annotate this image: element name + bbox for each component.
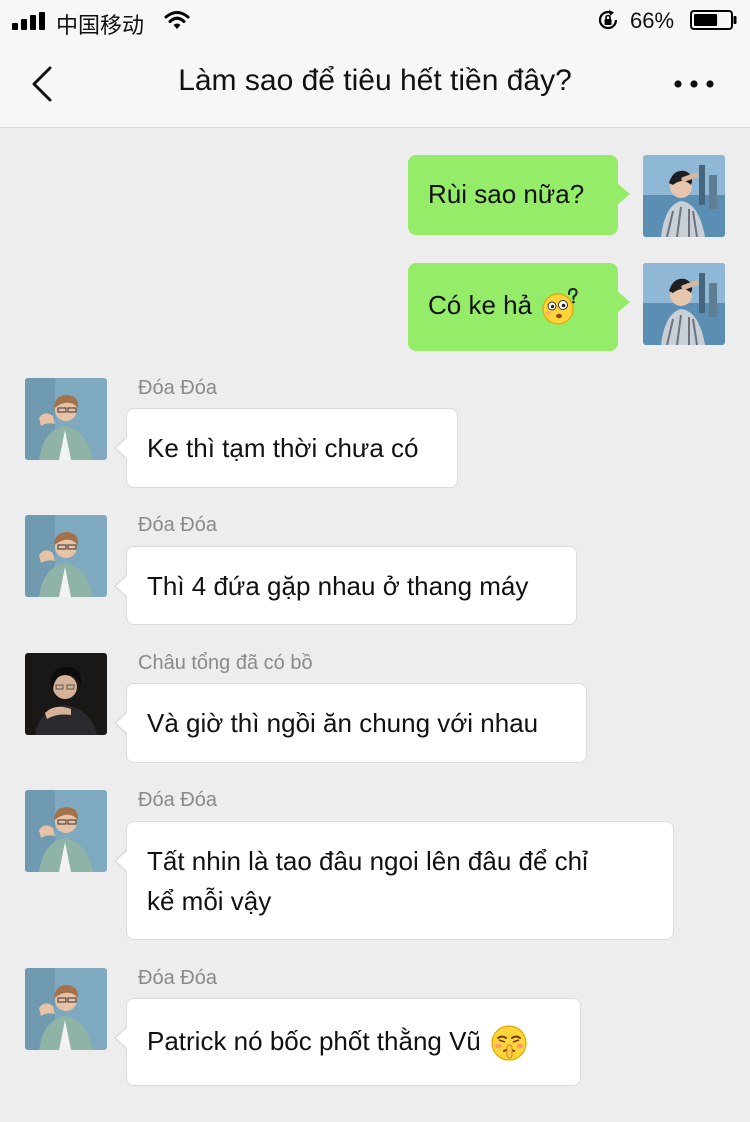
chat-title: Làm sao để tiêu hết tiền đây? — [178, 64, 572, 97]
sender-avatar[interactable] — [25, 378, 107, 460]
more-icon[interactable] — [670, 70, 718, 98]
status-bar: 中国移动 66% — [0, 0, 750, 40]
sender-name: Đóa Đóa — [138, 377, 217, 399]
my-avatar[interactable] — [643, 155, 725, 237]
sender-avatar[interactable] — [25, 790, 107, 872]
message-text-line: Tất nhin là tao đâu ngoi lên đâu để chỉ — [147, 846, 588, 876]
message-bubble[interactable]: Ke thì tạm thời chưa có — [114, 408, 458, 488]
message-bubble[interactable]: Tất nhin là tao đâu ngoi lên đâu để chỉ … — [114, 821, 674, 940]
sender-avatar[interactable] — [25, 515, 107, 597]
signal-icon — [12, 12, 48, 30]
battery-percent: 66% — [630, 8, 675, 33]
sender-name: Đóa Đóa — [138, 967, 217, 989]
chat-header: Làm sao để tiêu hết tiền đây? — [0, 40, 750, 128]
rotation-lock-icon — [598, 10, 618, 30]
sender-avatar[interactable] — [25, 653, 107, 735]
wifi-icon — [164, 11, 190, 29]
message-bubble[interactable]: Patrick nó bốc phốt thằng Vũ — [114, 998, 581, 1086]
message-text-line: kể mỗi vậy — [147, 886, 272, 916]
my-message-bubble[interactable]: Rùi sao nữa? — [408, 155, 630, 235]
message-text: Và giờ thì ngồi ăn chung với nhau — [147, 708, 539, 738]
message-text: Patrick nó bốc phốt thằng Vũ — [147, 1026, 481, 1056]
my-message-bubble[interactable]: Có ke hả — [408, 263, 630, 351]
sender-avatar[interactable] — [25, 968, 107, 1050]
message-text: Thì 4 đứa gặp nhau ở thang máy — [147, 571, 529, 601]
message-text: Rùi sao nữa? — [428, 179, 585, 209]
carrier-name: 中国移动 — [56, 13, 145, 38]
sender-name: Đóa Đóa — [138, 789, 217, 811]
battery-icon — [690, 10, 737, 30]
message-bubble[interactable]: Thì 4 đứa gặp nhau ở thang máy — [114, 546, 577, 625]
my-avatar[interactable] — [643, 263, 725, 345]
confused-face-emoji-icon — [542, 288, 578, 325]
sender-name: Châu tổng đã có bồ — [138, 652, 313, 674]
message-text: Ke thì tạm thời chưa có — [147, 433, 419, 463]
message-bubble[interactable]: Và giờ thì ngồi ăn chung với nhau — [114, 683, 587, 763]
message-text: Có ke hả — [428, 290, 533, 320]
shushing-face-emoji-icon — [491, 1025, 527, 1061]
sender-name: Đóa Đóa — [138, 514, 217, 536]
